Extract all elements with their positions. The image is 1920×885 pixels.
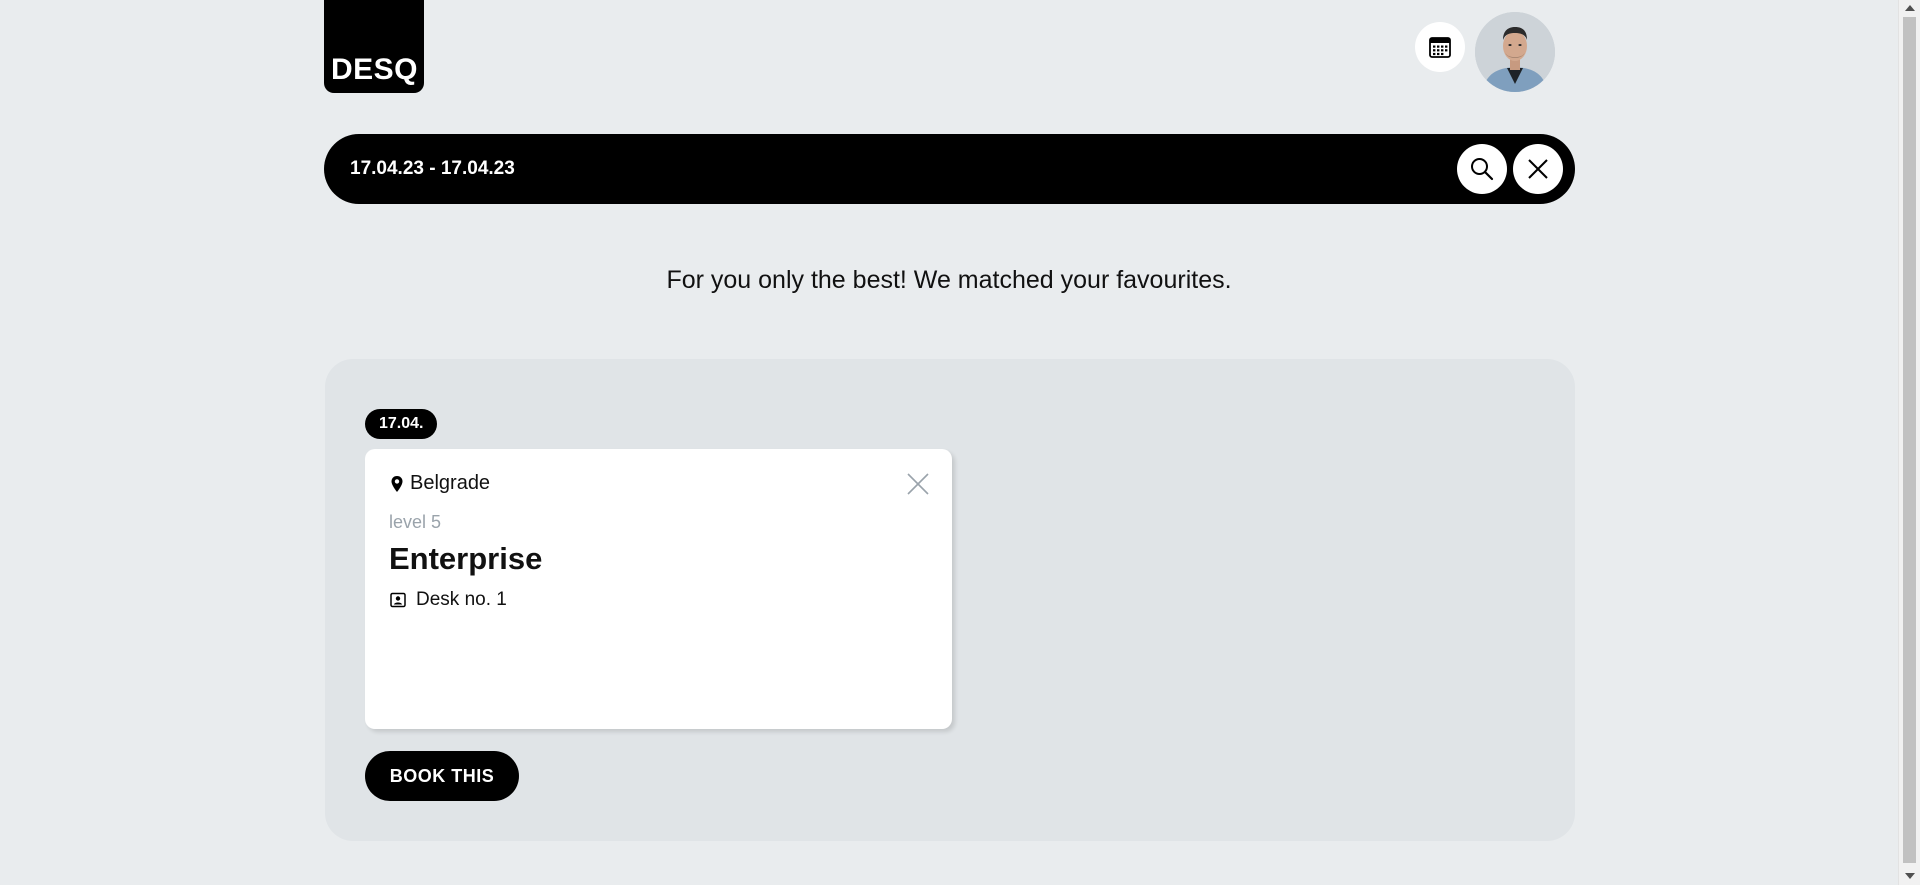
close-icon bbox=[906, 472, 930, 496]
date-range-text[interactable]: 17.04.23 - 17.04.23 bbox=[350, 158, 515, 180]
search-button[interactable] bbox=[1457, 144, 1507, 194]
location-name: Belgrade bbox=[410, 472, 491, 494]
card-desk: Desk no. 1 bbox=[390, 589, 507, 611]
card-location: Belgrade bbox=[390, 472, 490, 495]
logo[interactable]: DESQ bbox=[324, 0, 424, 93]
calendar-icon bbox=[1428, 35, 1452, 59]
calendar-button[interactable] bbox=[1415, 22, 1465, 72]
close-icon bbox=[1527, 158, 1549, 180]
date-chip: 17.04. bbox=[365, 409, 438, 439]
card-level: level 5 bbox=[389, 512, 442, 532]
remove-card-button[interactable] bbox=[905, 471, 931, 497]
scroll-down-arrow-icon[interactable] bbox=[1905, 873, 1915, 879]
search-bar[interactable]: 17.04.23 - 17.04.23 bbox=[324, 134, 1575, 204]
desk-label: Desk no. 1 bbox=[416, 589, 507, 610]
clear-search-button[interactable] bbox=[1513, 144, 1563, 194]
card-space-name: Enterprise bbox=[389, 541, 543, 576]
logo-text: DESQ bbox=[331, 53, 419, 86]
map-pin-icon bbox=[390, 475, 404, 493]
scroll-up-arrow-icon[interactable] bbox=[1905, 5, 1915, 11]
scroll-thumb[interactable] bbox=[1903, 17, 1916, 863]
user-avatar[interactable] bbox=[1475, 12, 1555, 92]
tagline: For you only the best! We matched your f… bbox=[666, 266, 1232, 294]
results-panel: 17.04. Belgrade level 5 Enterprise Desk … bbox=[325, 359, 1575, 841]
search-icon bbox=[1469, 156, 1495, 182]
avatar-portrait bbox=[1475, 12, 1555, 92]
book-this-button[interactable]: BOOK THIS bbox=[365, 751, 519, 801]
desk-icon bbox=[390, 592, 406, 608]
scrollbar[interactable] bbox=[1898, 0, 1920, 885]
page: DESQ 17.04.23 - 17.04.23 For you only th… bbox=[0, 0, 1920, 885]
desk-card[interactable]: Belgrade level 5 Enterprise Desk no. 1 bbox=[365, 449, 952, 729]
